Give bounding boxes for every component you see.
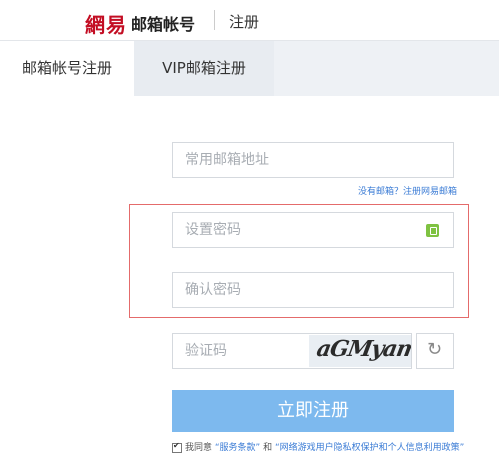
tab-bar: 邮箱帐号注册 VIP邮箱注册 (0, 41, 499, 96)
captcha-text: aGMyam (314, 336, 411, 362)
refresh-captcha-button[interactable]: ↻ (416, 333, 454, 369)
tab-vip-register[interactable]: VIP邮箱注册 (134, 41, 274, 96)
tab-email-register[interactable]: 邮箱帐号注册 (0, 41, 134, 96)
header-divider (214, 10, 215, 30)
email-input[interactable] (173, 143, 405, 177)
lock-icon (426, 224, 439, 237)
brand-title: 邮箱帐号 (131, 15, 196, 34)
agreement-row: 我同意 “服务条款” 和 “网络游戏用户隐私权保护和个人信息利用政策” (172, 440, 464, 453)
agree-prefix: 我同意 (185, 443, 213, 453)
password-field[interactable] (172, 212, 454, 248)
refresh-icon: ↻ (427, 339, 443, 360)
confirm-password-input[interactable] (173, 273, 405, 307)
agree-and: 和 (263, 443, 273, 453)
terms-link[interactable]: “服务条款” (215, 443, 260, 453)
privacy-policy-link[interactable]: “网络游戏用户隐私权保护和个人信息利用政策” (275, 443, 464, 453)
netease-logo: 網易 (85, 13, 127, 37)
captcha-image[interactable]: aGMyam (309, 335, 411, 367)
email-field[interactable] (172, 142, 454, 178)
captcha-input[interactable] (173, 334, 305, 368)
register-button[interactable]: 立即注册 (172, 390, 454, 432)
header: 網易 邮箱帐号 注册 (0, 0, 499, 41)
password-input[interactable] (173, 213, 405, 247)
register-netease-email-link[interactable]: 没有邮箱？注册网易邮箱 (358, 184, 457, 197)
captcha-field[interactable]: aGMyam (172, 333, 412, 369)
confirm-password-field[interactable] (172, 272, 454, 308)
agree-checkbox[interactable] (172, 441, 182, 453)
page-title: 注册 (229, 13, 260, 31)
